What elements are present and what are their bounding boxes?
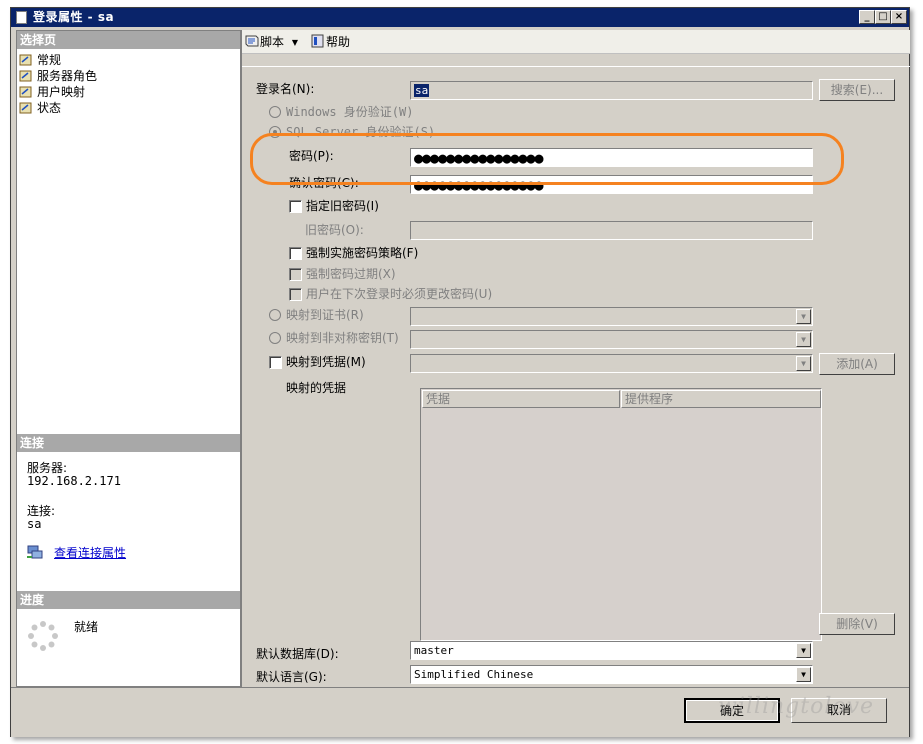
login-name-value: sa <box>414 84 430 97</box>
nav-item-label: 用户映射 <box>37 85 86 99</box>
grid-header-provider[interactable]: 提供程序 <box>621 390 821 408</box>
nav-item-label: 服务器角色 <box>37 69 98 83</box>
credential-select[interactable]: ▼ <box>410 354 813 373</box>
connection-properties-icon <box>27 545 43 559</box>
login-name-field[interactable]: sa <box>410 81 813 100</box>
progress-header: 进度 <box>17 591 240 609</box>
close-button[interactable]: × <box>891 10 907 24</box>
connection-value: sa <box>27 517 42 531</box>
chevron-down-icon[interactable]: ▼ <box>796 643 811 658</box>
map-asym-key-label: 映射到非对称密钥(T) <box>286 331 399 345</box>
nav-item-general[interactable]: 常规 <box>19 52 62 68</box>
login-name-label: 登录名(N): <box>256 82 315 96</box>
window-title: 登录属性 - sa <box>33 10 115 24</box>
map-credential-checkbox[interactable] <box>269 356 282 369</box>
select-page-header: 选择页 <box>17 31 240 49</box>
help-button[interactable]: 帮助 <box>310 34 350 50</box>
default-db-value: master <box>414 644 454 657</box>
grid-header-credential[interactable]: 凭据 <box>422 390 620 408</box>
page-icon <box>19 70 33 82</box>
asym-key-select[interactable]: ▼ <box>410 330 813 349</box>
script-label: 脚本 <box>260 35 285 49</box>
mapped-credentials-grid[interactable]: 凭据 提供程序 <box>420 388 822 641</box>
enforce-expiration-checkbox[interactable] <box>289 268 302 281</box>
map-asym-key-radio[interactable] <box>269 332 281 344</box>
search-button[interactable]: 搜索(E)... <box>819 79 895 101</box>
left-pane: 选择页 常规 服务器角色 用户映射 状态 连接 服务器: 192.168.2.1… <box>16 30 241 687</box>
chevron-down-icon[interactable]: ▼ <box>796 309 811 324</box>
windows-auth-label: Windows 身份验证(W) <box>286 105 414 119</box>
script-icon <box>244 34 260 48</box>
help-label: 帮助 <box>326 35 351 49</box>
map-credential-label: 映射到凭据(M) <box>286 355 366 369</box>
script-button[interactable]: 脚本 ▼ <box>244 34 298 50</box>
remove-button[interactable]: 删除(V) <box>819 613 895 635</box>
windows-auth-radio[interactable] <box>269 106 281 118</box>
progress-status: 就绪 <box>74 620 99 634</box>
mapped-credentials-label: 映射的凭据 <box>286 381 347 395</box>
specify-old-password-label: 指定旧密码(I) <box>306 199 379 213</box>
password-highlight-oval <box>250 133 844 185</box>
cert-select[interactable]: ▼ <box>410 307 813 326</box>
nav-item-status[interactable]: 状态 <box>19 100 61 116</box>
must-change-checkbox[interactable] <box>289 288 302 301</box>
chevron-down-icon[interactable]: ▼ <box>796 667 811 682</box>
default-lang-value: Simplified Chinese <box>414 668 534 681</box>
chevron-down-icon[interactable]: ▼ <box>796 332 811 347</box>
chevron-down-icon[interactable]: ▼ <box>292 38 298 47</box>
right-pane: 脚本 ▼ 帮助 登录名(N): sa 搜索(E)... Windows 身份验证… <box>241 30 910 687</box>
toolbar: 脚本 ▼ 帮助 <box>242 30 910 54</box>
server-value: 192.168.2.171 <box>27 474 121 488</box>
old-password-label: 旧密码(O): <box>305 223 364 237</box>
login-properties-window: 登录属性 - sa _ □ × 选择页 常规 服务器角色 用户映射 状态 连接 … <box>10 7 910 737</box>
page-icon <box>19 54 33 66</box>
specify-old-password-checkbox[interactable] <box>289 200 302 213</box>
minimize-button[interactable]: _ <box>859 10 875 24</box>
window-icon <box>16 11 27 24</box>
watermark: willingtolove <box>718 694 875 719</box>
page-icon <box>19 102 33 114</box>
view-connection-properties-link[interactable]: 查看连接属性 <box>54 545 126 561</box>
progress-spinner-icon <box>27 620 59 652</box>
page-icon <box>19 86 33 98</box>
help-icon <box>310 34 326 48</box>
map-cert-label: 映射到证书(R) <box>286 308 364 322</box>
title-bar[interactable]: 登录属性 - sa _ □ × <box>11 8 909 27</box>
old-password-field[interactable] <box>410 221 813 240</box>
default-lang-label: 默认语言(G): <box>256 670 327 684</box>
maximize-button[interactable]: □ <box>875 10 891 24</box>
add-button[interactable]: 添加(A) <box>819 353 895 375</box>
nav-item-label: 状态 <box>37 101 62 115</box>
nav-item-server-roles[interactable]: 服务器角色 <box>19 68 97 84</box>
nav-item-label: 常规 <box>37 53 62 67</box>
enforce-policy-checkbox[interactable] <box>289 247 302 260</box>
default-lang-select[interactable]: Simplified Chinese ▼ <box>410 665 813 684</box>
map-cert-radio[interactable] <box>269 309 281 321</box>
default-db-label: 默认数据库(D): <box>256 647 339 661</box>
must-change-label: 用户在下次登录时必须更改密码(U) <box>306 287 493 301</box>
default-db-select[interactable]: master ▼ <box>410 641 813 660</box>
nav-item-user-mapping[interactable]: 用户映射 <box>19 84 85 100</box>
chevron-down-icon[interactable]: ▼ <box>796 356 811 371</box>
enforce-expiration-label: 强制密码过期(X) <box>306 267 396 281</box>
enforce-policy-label: 强制实施密码策略(F) <box>306 246 419 260</box>
connection-header: 连接 <box>17 434 240 452</box>
